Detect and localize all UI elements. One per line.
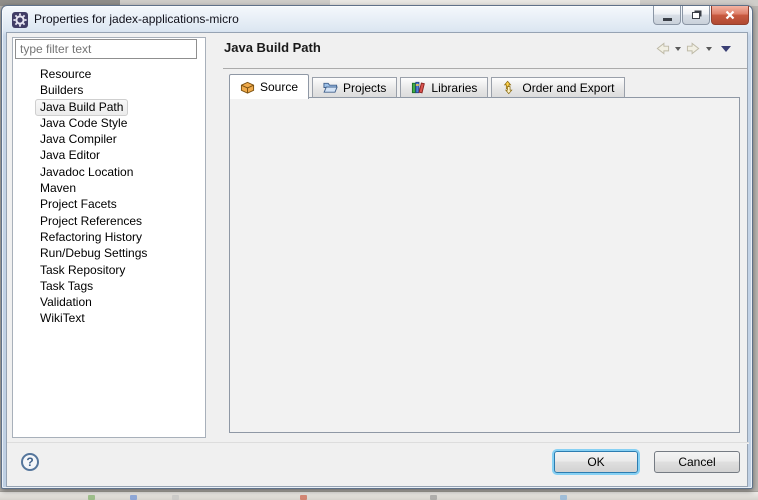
background-icon: [430, 495, 437, 500]
build-path-tabs: Source Projects Libraries: [229, 73, 628, 98]
minimize-button[interactable]: [653, 6, 681, 25]
sidebar-item-maven[interactable]: Maven: [13, 180, 205, 196]
header-separator: [223, 68, 747, 69]
tab-order-and-export[interactable]: Order and Export: [491, 77, 625, 98]
tab-label: Source: [260, 80, 298, 94]
dialog-client-area: Resource Builders Java Build Path Java C…: [6, 32, 748, 487]
sidebar-item-wikitext[interactable]: WikiText: [13, 310, 205, 326]
tab-label: Order and Export: [522, 81, 614, 95]
background-icon: [88, 495, 95, 500]
back-history-dropdown-icon[interactable]: [675, 47, 681, 51]
cancel-button[interactable]: Cancel: [654, 451, 740, 473]
tab-label: Libraries: [431, 81, 477, 95]
properties-dialog: Properties for jadex-applications-micro …: [1, 5, 753, 489]
tab-label: Projects: [343, 81, 386, 95]
background-icon: [300, 495, 307, 500]
help-icon[interactable]: ?: [21, 453, 39, 471]
forward-history-dropdown-icon[interactable]: [706, 47, 712, 51]
restore-button[interactable]: [682, 6, 710, 25]
close-icon: [725, 10, 735, 20]
sidebar-item-java-editor[interactable]: Java Editor: [13, 147, 205, 163]
tab-libraries[interactable]: Libraries: [400, 77, 488, 98]
sidebar-item-java-code-style[interactable]: Java Code Style: [13, 115, 205, 131]
sidebar-item-refactoring-history[interactable]: Refactoring History: [13, 229, 205, 245]
open-folder-icon: [323, 80, 338, 95]
sidebar-item-java-build-path[interactable]: Java Build Path: [13, 99, 205, 115]
sidebar-item-project-references[interactable]: Project References: [13, 213, 205, 229]
ok-button[interactable]: OK: [554, 451, 638, 473]
books-icon: [411, 80, 426, 95]
sidebar-item-run-debug-settings[interactable]: Run/Debug Settings: [13, 245, 205, 261]
order-export-icon: [502, 80, 517, 95]
close-button[interactable]: [711, 6, 749, 25]
sidebar-item-project-facets[interactable]: Project Facets: [13, 196, 205, 212]
tab-projects[interactable]: Projects: [312, 77, 397, 98]
sidebar-item-resource[interactable]: Resource: [13, 66, 205, 82]
sidebar-item-task-tags[interactable]: Task Tags: [13, 278, 205, 294]
package-icon: [240, 80, 255, 95]
filter-input[interactable]: [15, 39, 197, 59]
view-menu-icon[interactable]: [721, 46, 731, 52]
properties-page-list: Resource Builders Java Build Path Java C…: [13, 66, 205, 327]
background-icon: [172, 495, 179, 500]
title-bar[interactable]: Properties for jadex-applications-micro: [2, 6, 752, 32]
forward-arrow-icon[interactable]: [686, 42, 701, 55]
source-tab-panel: [229, 97, 740, 433]
sidebar-item-javadoc-location[interactable]: Javadoc Location: [13, 164, 205, 180]
sidebar-item-task-repository[interactable]: Task Repository: [13, 262, 205, 278]
background-icon: [130, 495, 137, 500]
sidebar-item-java-compiler[interactable]: Java Compiler: [13, 131, 205, 147]
back-arrow-icon[interactable]: [655, 42, 670, 55]
window-title: Properties for jadex-applications-micro: [34, 6, 239, 32]
sidebar-item-builders[interactable]: Builders: [13, 82, 205, 98]
properties-gear-icon: [12, 12, 28, 28]
history-navigation: [655, 42, 731, 55]
page-title: Java Build Path: [224, 40, 321, 55]
tab-source[interactable]: Source: [229, 74, 309, 99]
background-icon: [560, 495, 567, 500]
sidebar-item-validation[interactable]: Validation: [13, 294, 205, 310]
properties-sidebar: Resource Builders Java Build Path Java C…: [12, 37, 206, 438]
background-ide-strip-bottom: [0, 491, 758, 500]
footer-separator: [7, 442, 749, 444]
